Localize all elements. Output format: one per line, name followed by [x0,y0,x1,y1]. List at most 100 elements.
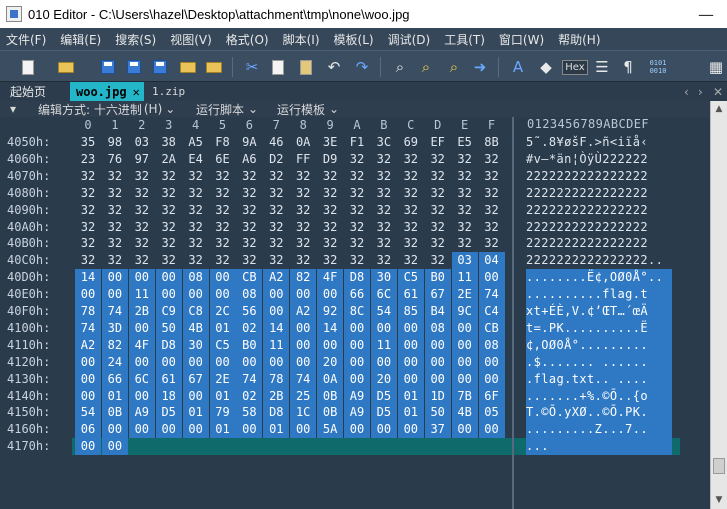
hex-byte[interactable]: 32 [398,151,424,168]
hex-byte[interactable]: 32 [210,202,236,219]
hex-byte[interactable]: 00 [478,353,505,371]
hex-byte[interactable]: 01 [101,387,128,405]
hex-byte[interactable]: 30 [182,336,209,354]
hex-byte[interactable]: 1C [290,404,317,422]
hex-byte[interactable]: D5 [155,404,182,422]
hex-byte[interactable]: 00 [128,353,155,371]
hex-byte[interactable]: B4 [424,303,451,320]
hex-byte[interactable]: 2C [209,303,236,320]
ascii-text[interactable]: 2222222222222222 [526,185,672,202]
hex-byte[interactable]: 32 [479,168,505,185]
hex-byte[interactable]: 32 [210,235,236,252]
hex-byte[interactable]: 01 [209,387,236,405]
hex-byte[interactable]: B0 [424,269,451,287]
hex-byte[interactable]: 04 [478,252,505,270]
hex-byte[interactable]: 02 [236,319,263,337]
save-icon[interactable] [98,57,118,77]
hex-byte[interactable]: 50 [155,319,182,337]
copy-icon[interactable] [268,57,288,77]
hex-byte[interactable]: 00 [101,269,128,287]
tab-prev-icon[interactable]: ‹ [684,82,689,101]
ascii-text[interactable]: .$....... ...... [526,353,672,371]
ascii-text[interactable]: 2222222222222222.. [526,252,672,269]
tab-woo-jpg[interactable]: woo.jpg ✕ [70,82,144,101]
ascii-text[interactable]: ..........flag.t [526,286,672,304]
hex-byte[interactable]: 00 [317,286,344,304]
hex-byte[interactable]: 32 [344,185,370,202]
ascii-text[interactable]: 2222222222222222 [526,168,672,185]
undo-icon[interactable]: ↶ [324,57,344,77]
hex-byte[interactable]: 32 [236,252,262,269]
hex-byte[interactable]: 54 [75,404,101,422]
highlight-icon[interactable]: ◆ [536,57,556,77]
hex-byte[interactable]: 8B [479,134,505,151]
hex-byte[interactable]: 00 [155,353,182,371]
hex-byte[interactable]: 32 [290,235,316,252]
hex-byte[interactable]: 32 [344,168,370,185]
hex-byte[interactable]: 00 [370,319,397,337]
hex-byte[interactable]: D5 [370,387,397,405]
hex-byte[interactable]: F8 [210,134,236,151]
hex-byte[interactable]: 32 [452,235,478,252]
hex-byte[interactable]: 32 [236,168,262,185]
hex-byte[interactable]: 23 [75,151,101,168]
hex-byte[interactable]: 32 [371,151,397,168]
hex-byte[interactable]: C9 [155,303,182,320]
hex-byte[interactable]: 00 [451,370,478,388]
hex-byte[interactable]: 20 [370,370,397,388]
hex-byte[interactable]: 0B [317,404,344,422]
hex-byte[interactable]: C8 [182,303,209,320]
hex-byte[interactable]: 00 [424,370,451,388]
ascii-text[interactable]: 2222222222222222 [526,235,672,252]
hex-byte[interactable]: 32 [129,185,155,202]
menu-edit[interactable]: 编辑(E) [60,31,101,48]
hex-byte[interactable]: 00 [344,370,370,388]
hex-byte[interactable]: 32 [129,252,155,269]
hex-byte[interactable]: C5 [397,269,424,287]
hex-byte[interactable]: 6C [128,370,155,388]
hex-byte[interactable]: 00 [209,269,236,287]
hex-byte[interactable]: 32 [398,202,424,219]
menu-search[interactable]: 搜索(S) [115,31,156,48]
hex-byte[interactable]: 74 [101,303,128,320]
ascii-text[interactable]: ........Ë¢‚OØ0Å°.. [526,269,672,287]
hex-byte[interactable]: 6E [210,151,236,168]
calculator-icon[interactable]: ▦ [706,57,726,77]
hex-byte[interactable]: 11 [128,286,155,304]
hex-byte[interactable]: 14 [317,319,344,337]
hex-byte[interactable]: 00 [370,421,397,439]
hex-byte[interactable]: 32 [210,219,236,236]
ascii-text[interactable]: ... [526,438,672,456]
hex-byte[interactable]: 32 [317,202,343,219]
hex-byte[interactable]: 32 [290,168,316,185]
hex-byte[interactable]: 32 [425,168,451,185]
new-file-icon[interactable] [18,57,38,77]
hex-byte[interactable]: 32 [371,168,397,185]
hex-byte[interactable]: 24 [101,353,128,371]
hex-byte[interactable]: 00 [397,370,424,388]
hex-byte[interactable]: 6C [370,286,397,304]
hex-byte[interactable]: 32 [425,252,451,269]
hex-byte[interactable]: 08 [182,269,209,287]
hex-byte[interactable]: 32 [75,219,101,236]
ascii-text[interactable]: 5˜.8¥øšF.>ñ<iïå‹ [526,134,672,151]
hex-byte[interactable]: 00 [75,353,101,371]
ascii-text[interactable]: t=.PK..........Ë [526,319,672,337]
hex-byte[interactable]: 74 [290,370,317,388]
hex-byte[interactable]: 98 [102,134,128,151]
hex-byte[interactable]: 32 [75,235,101,252]
hex-byte[interactable]: 32 [371,252,397,269]
hex-byte[interactable]: 32 [371,185,397,202]
hex-byte[interactable]: 32 [236,219,262,236]
hex-byte[interactable]: CB [478,319,505,337]
hex-byte[interactable]: 32 [479,219,505,236]
hex-byte[interactable]: 4F [317,269,344,287]
hex-byte[interactable]: 32 [129,202,155,219]
hex-byte[interactable]: 00 [75,438,101,456]
hex-byte[interactable]: 32 [344,235,370,252]
hex-byte[interactable]: 32 [479,185,505,202]
hex-byte[interactable]: 00 [128,421,155,439]
hex-byte[interactable]: 25 [290,387,317,405]
save-all-icon[interactable] [150,57,170,77]
hex-byte[interactable]: 00 [478,370,505,388]
